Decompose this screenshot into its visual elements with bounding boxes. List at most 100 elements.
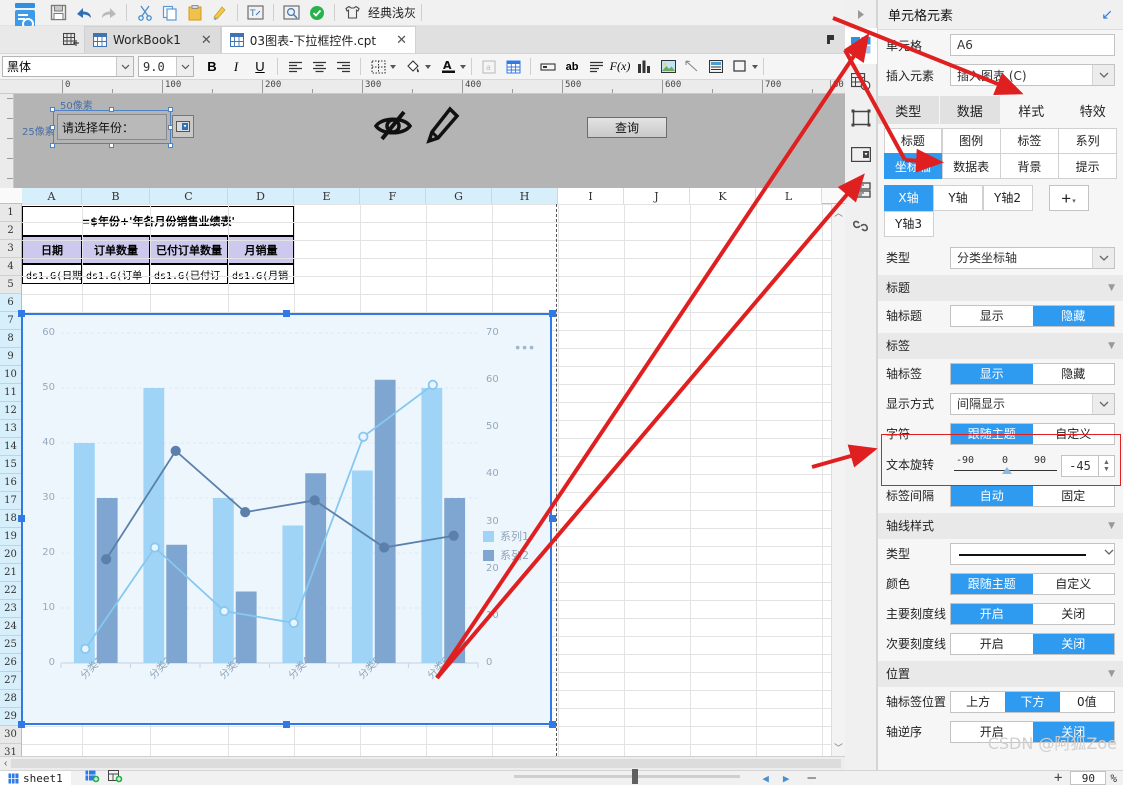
label-position-zero[interactable]: 0值 [1060, 692, 1114, 712]
horizontal-scrollbar[interactable]: ‹ [0, 756, 845, 770]
slider-knob[interactable] [1002, 466, 1012, 474]
tab-effects[interactable]: 特效 [1062, 96, 1123, 124]
image-icon[interactable] [656, 56, 680, 78]
textarea-icon[interactable] [584, 56, 608, 78]
insert-element-select[interactable]: 插入图表 (C) [950, 64, 1115, 86]
column-header-b[interactable]: B [82, 188, 150, 204]
label-gap-fixed[interactable]: 固定 [1033, 486, 1115, 506]
bar-series1[interactable] [282, 525, 304, 664]
subtab-background[interactable]: 背景 [1000, 153, 1059, 179]
row-header-11[interactable]: 11 [0, 384, 22, 402]
expand-icon[interactable]: ↙ [1101, 7, 1113, 23]
major-tick-on[interactable]: 开启 [951, 603, 1033, 624]
axis-label-show[interactable]: 显示 [951, 363, 1033, 384]
bar-series1[interactable] [143, 388, 165, 663]
bar-series2[interactable] [96, 498, 118, 663]
resize-handle-ne[interactable] [168, 107, 173, 112]
column-header-d[interactable]: D [228, 188, 294, 204]
column-header-k[interactable]: K [690, 188, 756, 204]
formula-icon[interactable]: F(x) [608, 56, 632, 78]
row-header-13[interactable]: 13 [0, 420, 22, 438]
chart-handle-w[interactable] [18, 515, 25, 522]
data-point[interactable] [288, 617, 299, 629]
new-workbook-icon[interactable] [58, 27, 84, 53]
data-point[interactable] [80, 643, 91, 654]
zoom-out-button[interactable]: — [808, 770, 816, 785]
row-header-3[interactable]: 3 [0, 240, 22, 258]
data-point[interactable] [358, 431, 369, 442]
data-point[interactable] [379, 542, 390, 553]
float-element-icon[interactable] [845, 100, 877, 136]
row-header-1[interactable]: 1 [0, 204, 22, 222]
column-header-l[interactable]: L [756, 188, 822, 204]
zoom-value-input[interactable]: 90 [1070, 771, 1107, 785]
tab-close-icon[interactable]: ✕ [396, 33, 407, 48]
bar-series1[interactable] [351, 470, 373, 664]
resize-handle-se[interactable] [168, 143, 173, 148]
data-point[interactable] [149, 542, 160, 553]
preview-icon[interactable] [279, 2, 304, 24]
row-header-21[interactable]: 21 [0, 564, 22, 582]
row-header-10[interactable]: 10 [0, 366, 22, 384]
textfield-icon[interactable] [536, 56, 560, 78]
subtab-datatable[interactable]: 数据表 [941, 153, 1001, 179]
format-painter-icon[interactable] [207, 2, 232, 24]
paste-icon[interactable] [182, 2, 207, 24]
vertical-scrollbar[interactable]: ︿ ﹀ [831, 204, 845, 756]
chevron-down-icon[interactable] [1092, 393, 1114, 414]
axis-label-hide[interactable]: 隐藏 [1033, 364, 1115, 384]
bar-series2[interactable] [235, 591, 257, 664]
eye-off-icon[interactable] [372, 107, 414, 146]
column-header-j[interactable]: J [624, 188, 690, 204]
cell-style-icon[interactable]: a [477, 56, 501, 78]
data-point[interactable] [101, 554, 112, 565]
row-header-5[interactable]: 5 [0, 276, 22, 294]
subtab-title[interactable]: 标题 [883, 127, 943, 154]
chevron-down-icon[interactable] [1104, 544, 1114, 558]
tab-chart-dropdown-cpt[interactable]: 03图表-下拉框控件.cpt ✕ [220, 26, 417, 53]
column-header-i[interactable]: I [558, 188, 624, 204]
resize-handle-nw[interactable] [50, 107, 55, 112]
resize-handle-n[interactable] [109, 107, 114, 112]
cell-ds-paid[interactable]: ds1.G(已付订 [150, 264, 228, 284]
zoom-slider-track[interactable] [514, 775, 740, 778]
tab-data[interactable]: 数据 [939, 96, 1001, 124]
font-family-select[interactable]: 黑体 [2, 56, 134, 77]
bar-series1[interactable] [421, 388, 443, 663]
align-center-icon[interactable] [307, 56, 331, 78]
minor-tick-off[interactable]: 关闭 [1032, 633, 1114, 654]
frame-icon[interactable] [728, 56, 752, 78]
row-header-14[interactable]: 14 [0, 438, 22, 456]
column-header-a[interactable]: A [22, 188, 82, 204]
cut-icon[interactable] [132, 2, 157, 24]
chart-handle-nw[interactable] [18, 310, 25, 317]
text-box-icon[interactable]: T [243, 2, 268, 24]
chart-handle-ne[interactable] [549, 310, 556, 317]
subtab-series[interactable]: 系列 [1058, 127, 1117, 154]
collapse-icon[interactable] [845, 0, 876, 28]
subtab-axis[interactable]: 坐标轴 [883, 153, 943, 179]
cell-attribute-icon[interactable]: i [845, 64, 877, 100]
column-header-f[interactable]: F [360, 188, 426, 204]
display-mode-select[interactable]: 间隔显示 [950, 392, 1115, 415]
copy-icon[interactable] [157, 2, 182, 24]
column-header-h[interactable]: H [492, 188, 558, 204]
text-rotate-spinner[interactable]: -45 ▲ ▼ [1061, 454, 1115, 477]
row-header-27[interactable]: 27 [0, 672, 22, 690]
row-header-9[interactable]: 9 [0, 348, 22, 366]
report-block-icon[interactable] [845, 172, 877, 208]
row-header-16[interactable]: 16 [0, 474, 22, 492]
align-left-icon[interactable] [283, 56, 307, 78]
bar-series1[interactable] [73, 443, 95, 663]
subtab-legend[interactable]: 图例 [941, 127, 1001, 154]
chevron-down-icon[interactable]: ▼ [1108, 669, 1115, 679]
spinner-buttons[interactable]: ▲ ▼ [1099, 454, 1115, 477]
row-header-12[interactable]: 12 [0, 402, 22, 420]
zoom-slider-knob[interactable] [632, 769, 638, 784]
query-button[interactable]: 查询 [587, 117, 667, 138]
chevron-down-icon[interactable]: ▼ [1108, 341, 1115, 351]
redo-icon[interactable] [96, 2, 121, 24]
data-point[interactable] [170, 445, 181, 456]
chart-handle-se[interactable] [549, 721, 556, 728]
chevron-down-icon[interactable]: ▼ [1108, 283, 1115, 293]
